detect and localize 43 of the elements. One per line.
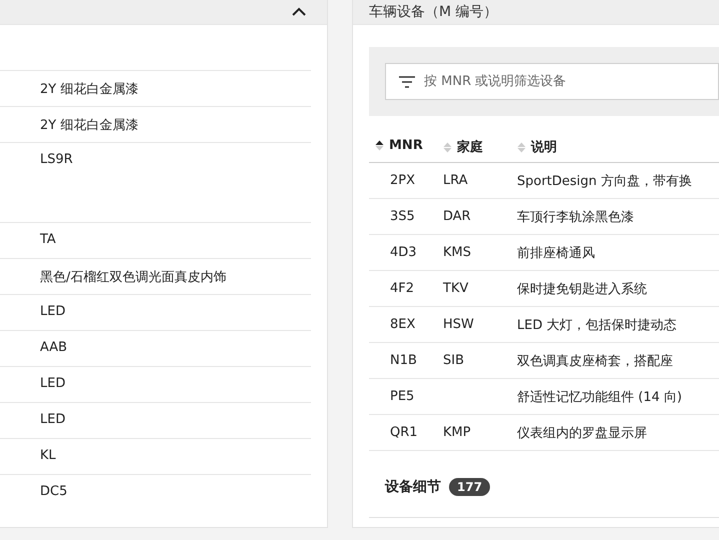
- table-cell-text: 保时捷免钥匙进入系统: [517, 280, 648, 298]
- table-cell-text: 前排座椅通风: [517, 244, 596, 262]
- section-title: 设备细节: [385, 478, 441, 496]
- chevron-up-icon: [291, 7, 307, 17]
- column-header[interactable]: MNR: [369, 138, 443, 153]
- field-value: LED: [40, 304, 66, 319]
- table-cell-text: 双色调真皮座椅套，搭配座: [517, 352, 674, 370]
- table-cell-text: HSW: [443, 317, 475, 332]
- table-cell-text: LRA: [443, 173, 469, 188]
- filter-field[interactable]: 按 MNR 或说明筛选设备: [385, 63, 719, 100]
- count-badge: 177: [449, 478, 490, 496]
- table-cell-text: 舒适性记忆功能组件 (14 向): [517, 388, 683, 406]
- table-cell-text: 4F2: [389, 281, 416, 296]
- table-cell-text: 2PX: [389, 173, 416, 188]
- field-value: LED: [40, 376, 66, 391]
- field-value: 黑色/石榴红双色调光面真皮内饰: [40, 270, 226, 285]
- panel-title: 车辆设备（M 编号）: [369, 3, 498, 21]
- table-cell-text: LED 大灯，包括保时捷动态: [517, 316, 678, 334]
- field-value: DC5: [40, 484, 68, 499]
- filter-icon: [398, 75, 416, 89]
- table-cell-text: 8EX: [389, 317, 416, 332]
- field-value: TA: [40, 232, 56, 247]
- column-header[interactable]: 说明: [517, 138, 719, 156]
- table-cell-text: SportDesign 方向盘，带有换: [517, 172, 693, 190]
- table-cell-text: KMS: [443, 245, 472, 260]
- table-cell-text: 3S5: [389, 209, 416, 224]
- column-header[interactable]: 家庭: [443, 138, 517, 156]
- table-cell-text: PE5: [389, 389, 416, 404]
- table-cell-text: TKV: [443, 281, 470, 296]
- table-cell-text: N1B: [389, 353, 418, 368]
- table-cell-text: KMP: [443, 425, 472, 440]
- table-cell-text: DAR: [443, 209, 472, 224]
- table-cell-text: 4D3: [389, 245, 418, 260]
- field-value: LED: [40, 412, 66, 427]
- field-value: AAB: [40, 340, 68, 355]
- field-value: 2Y 细花白金属漆: [40, 118, 138, 133]
- table-cell-text: QR1: [389, 425, 419, 440]
- table-cell-text: 车顶行李轨涂黑色漆: [517, 208, 635, 226]
- field-value: KL: [40, 448, 56, 463]
- table-cell-text: 仪表组内的罗盘显示屏: [517, 424, 648, 442]
- field-value: 2Y 细花白金属漆: [40, 82, 138, 97]
- field-value: LS9R: [40, 152, 73, 167]
- table-cell-text: SIB: [443, 353, 466, 368]
